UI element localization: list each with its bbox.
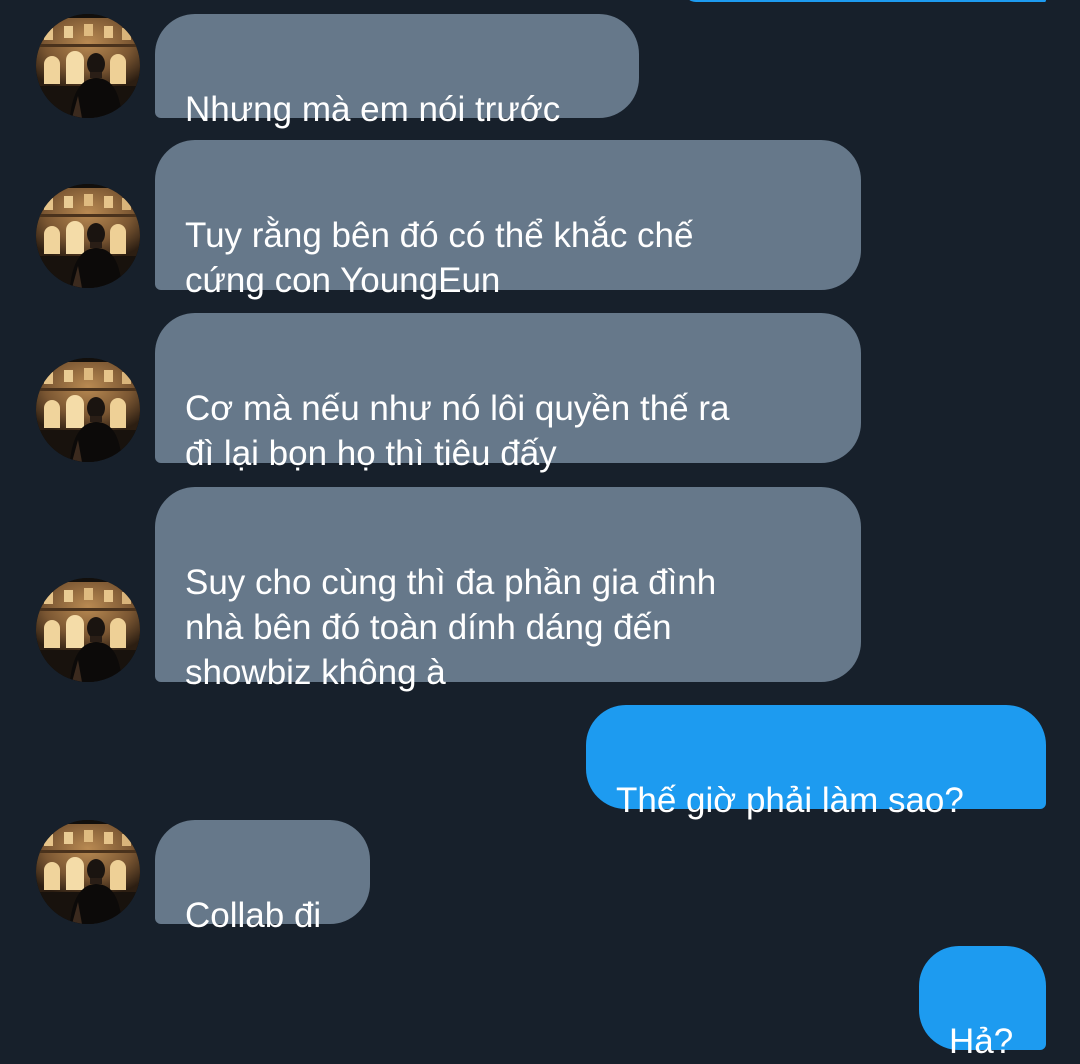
incoming-message-bubble[interactable]: Suy cho cùng thì đa phần gia đình nhà bê… (155, 487, 861, 692)
message-text: Thế giờ phải làm sao? (616, 781, 964, 820)
contact-avatar[interactable] (36, 358, 140, 462)
outgoing-message-bubble[interactable]: Thế giờ phải làm sao? (586, 705, 1046, 820)
contact-avatar[interactable] (36, 14, 140, 118)
incoming-message-bubble[interactable]: Nhưng mà em nói trước (155, 14, 639, 129)
message-text: Collab đi (185, 896, 322, 935)
message-text: Tuy rằng bên đó có thể khắc chế cứng con… (185, 216, 694, 300)
outgoing-message-bubble[interactable]: Hả? (919, 946, 1046, 1061)
previous-outgoing-bubble-edge (684, 0, 1046, 2)
message-text: Cơ mà nếu như nó lôi quyền thế ra đì lại… (185, 389, 730, 473)
message-text: Nhưng mà em nói trước (185, 90, 561, 129)
message-text: Hả? (949, 1022, 1014, 1061)
incoming-message-bubble[interactable]: Tuy rằng bên đó có thể khắc chế cứng con… (155, 140, 861, 300)
incoming-message-bubble[interactable]: Cơ mà nếu như nó lôi quyền thế ra đì lại… (155, 313, 861, 473)
message-text: Suy cho cùng thì đa phần gia đình nhà bê… (185, 563, 717, 692)
incoming-message-bubble[interactable]: Collab đi (155, 820, 370, 935)
contact-avatar[interactable] (36, 820, 140, 924)
contact-avatar[interactable] (36, 184, 140, 288)
contact-avatar[interactable] (36, 578, 140, 682)
